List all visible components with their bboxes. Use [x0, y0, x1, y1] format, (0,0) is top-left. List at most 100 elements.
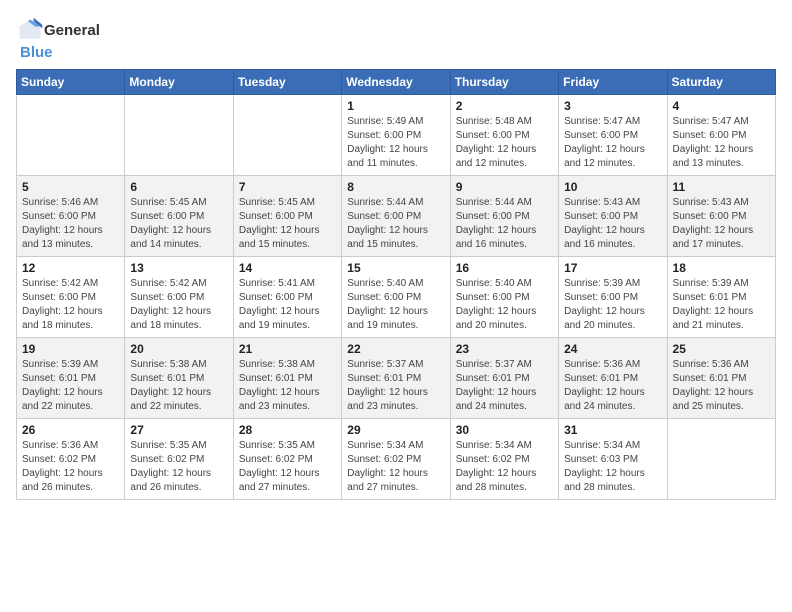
- calendar-cell: 14 Sunrise: 5:41 AM Sunset: 6:00 PM Dayli…: [233, 257, 341, 338]
- day-info: Sunrise: 5:45 AM Sunset: 6:00 PM Dayligh…: [239, 196, 336, 252]
- calendar-cell: 27 Sunrise: 5:35 AM Sunset: 6:02 PM Dayli…: [125, 419, 233, 500]
- day-info: Sunrise: 5:36 AM Sunset: 6:02 PM Dayligh…: [22, 439, 119, 495]
- day-number: 24: [564, 342, 661, 356]
- calendar-cell: 12 Sunrise: 5:42 AM Sunset: 6:00 PM Dayli…: [17, 257, 125, 338]
- day-number: 12: [22, 261, 119, 275]
- calendar-cell: 11 Sunrise: 5:43 AM Sunset: 6:00 PM Dayli…: [667, 176, 775, 257]
- calendar-cell: 19 Sunrise: 5:39 AM Sunset: 6:01 PM Dayli…: [17, 338, 125, 419]
- calendar-cell: 29 Sunrise: 5:34 AM Sunset: 6:02 PM Dayli…: [342, 419, 450, 500]
- calendar-cell: 8 Sunrise: 5:44 AM Sunset: 6:00 PM Daylig…: [342, 176, 450, 257]
- logo-blue-text: Blue: [20, 44, 53, 61]
- day-number: 15: [347, 261, 444, 275]
- day-number: 10: [564, 180, 661, 194]
- day-number: 7: [239, 180, 336, 194]
- day-info: Sunrise: 5:39 AM Sunset: 6:01 PM Dayligh…: [673, 277, 770, 333]
- day-number: 25: [673, 342, 770, 356]
- day-info: Sunrise: 5:34 AM Sunset: 6:03 PM Dayligh…: [564, 439, 661, 495]
- calendar-cell: 9 Sunrise: 5:44 AM Sunset: 6:00 PM Daylig…: [450, 176, 558, 257]
- day-number: 11: [673, 180, 770, 194]
- calendar-cell: 24 Sunrise: 5:36 AM Sunset: 6:01 PM Dayli…: [559, 338, 667, 419]
- day-number: 29: [347, 423, 444, 437]
- calendar-cell: [125, 95, 233, 176]
- calendar-cell: 18 Sunrise: 5:39 AM Sunset: 6:01 PM Dayli…: [667, 257, 775, 338]
- day-number: 28: [239, 423, 336, 437]
- day-number: 18: [673, 261, 770, 275]
- logo-icon: [16, 16, 44, 44]
- calendar-cell: 3 Sunrise: 5:47 AM Sunset: 6:00 PM Daylig…: [559, 95, 667, 176]
- calendar-week-row: 26 Sunrise: 5:36 AM Sunset: 6:02 PM Dayli…: [17, 419, 776, 500]
- weekday-header-saturday: Saturday: [667, 70, 775, 95]
- weekday-header-sunday: Sunday: [17, 70, 125, 95]
- day-info: Sunrise: 5:34 AM Sunset: 6:02 PM Dayligh…: [347, 439, 444, 495]
- logo: General Blue: [16, 16, 100, 61]
- day-number: 14: [239, 261, 336, 275]
- day-info: Sunrise: 5:35 AM Sunset: 6:02 PM Dayligh…: [130, 439, 227, 495]
- day-number: 31: [564, 423, 661, 437]
- day-number: 8: [347, 180, 444, 194]
- calendar-cell: [233, 95, 341, 176]
- day-info: Sunrise: 5:39 AM Sunset: 6:01 PM Dayligh…: [22, 358, 119, 414]
- calendar-cell: 1 Sunrise: 5:49 AM Sunset: 6:00 PM Daylig…: [342, 95, 450, 176]
- day-number: 4: [673, 99, 770, 113]
- day-info: Sunrise: 5:37 AM Sunset: 6:01 PM Dayligh…: [347, 358, 444, 414]
- day-number: 1: [347, 99, 444, 113]
- day-number: 3: [564, 99, 661, 113]
- day-info: Sunrise: 5:40 AM Sunset: 6:00 PM Dayligh…: [347, 277, 444, 333]
- calendar-cell: 16Sunrise: 5:40 AM Sunset: 6:00 PM Dayli…: [450, 257, 558, 338]
- calendar-cell: 7 Sunrise: 5:45 AM Sunset: 6:00 PM Daylig…: [233, 176, 341, 257]
- calendar-cell: 6 Sunrise: 5:45 AM Sunset: 6:00 PM Daylig…: [125, 176, 233, 257]
- calendar-week-row: 19 Sunrise: 5:39 AM Sunset: 6:01 PM Dayli…: [17, 338, 776, 419]
- calendar-cell: 30 Sunrise: 5:34 AM Sunset: 6:02 PM Dayli…: [450, 419, 558, 500]
- day-info: Sunrise: 5:42 AM Sunset: 6:00 PM Dayligh…: [22, 277, 119, 333]
- calendar-cell: 23Sunrise: 5:37 AM Sunset: 6:01 PM Dayli…: [450, 338, 558, 419]
- day-number: 5: [22, 180, 119, 194]
- day-info: Sunrise: 5:36 AM Sunset: 6:01 PM Dayligh…: [673, 358, 770, 414]
- day-number: 21: [239, 342, 336, 356]
- day-number: 13: [130, 261, 227, 275]
- day-info: Sunrise: 5:48 AM Sunset: 6:00 PM Dayligh…: [456, 115, 553, 171]
- calendar-cell: [17, 95, 125, 176]
- day-info: Sunrise: 5:42 AM Sunset: 6:00 PM Dayligh…: [130, 277, 227, 333]
- calendar-cell: 13 Sunrise: 5:42 AM Sunset: 6:00 PM Dayli…: [125, 257, 233, 338]
- calendar-week-row: 5 Sunrise: 5:46 AM Sunset: 6:00 PM Daylig…: [17, 176, 776, 257]
- day-info: Sunrise: 5:47 AM Sunset: 6:00 PM Dayligh…: [564, 115, 661, 171]
- logo-general-text: General: [44, 22, 100, 39]
- day-info: Sunrise: 5:39 AM Sunset: 6:00 PM Dayligh…: [564, 277, 661, 333]
- day-info: Sunrise: 5:46 AM Sunset: 6:00 PM Dayligh…: [22, 196, 119, 252]
- day-number: 17: [564, 261, 661, 275]
- day-info: Sunrise: 5:38 AM Sunset: 6:01 PM Dayligh…: [239, 358, 336, 414]
- day-info: Sunrise: 5:43 AM Sunset: 6:00 PM Dayligh…: [564, 196, 661, 252]
- day-number: 19: [22, 342, 119, 356]
- calendar-cell: 17 Sunrise: 5:39 AM Sunset: 6:00 PM Dayli…: [559, 257, 667, 338]
- calendar-cell: 15 Sunrise: 5:40 AM Sunset: 6:00 PM Dayli…: [342, 257, 450, 338]
- calendar-week-row: 1 Sunrise: 5:49 AM Sunset: 6:00 PM Daylig…: [17, 95, 776, 176]
- day-info: Sunrise: 5:36 AM Sunset: 6:01 PM Dayligh…: [564, 358, 661, 414]
- day-info: Sunrise: 5:34 AM Sunset: 6:02 PM Dayligh…: [456, 439, 553, 495]
- day-info: Sunrise: 5:44 AM Sunset: 6:00 PM Dayligh…: [456, 196, 553, 252]
- calendar-cell: 26 Sunrise: 5:36 AM Sunset: 6:02 PM Dayli…: [17, 419, 125, 500]
- day-info: Sunrise: 5:35 AM Sunset: 6:02 PM Dayligh…: [239, 439, 336, 495]
- day-number: 9: [456, 180, 553, 194]
- day-info: Sunrise: 5:41 AM Sunset: 6:00 PM Dayligh…: [239, 277, 336, 333]
- day-number: 22: [347, 342, 444, 356]
- calendar-week-row: 12 Sunrise: 5:42 AM Sunset: 6:00 PM Dayli…: [17, 257, 776, 338]
- calendar-cell: 10 Sunrise: 5:43 AM Sunset: 6:00 PM Dayli…: [559, 176, 667, 257]
- day-number: 30: [456, 423, 553, 437]
- day-info: Sunrise: 5:38 AM Sunset: 6:01 PM Dayligh…: [130, 358, 227, 414]
- day-info: Sunrise: 5:37 AM Sunset: 6:01 PM Dayligh…: [456, 358, 553, 414]
- day-number: 26: [22, 423, 119, 437]
- weekday-header-monday: Monday: [125, 70, 233, 95]
- calendar-cell: 22 Sunrise: 5:37 AM Sunset: 6:01 PM Dayli…: [342, 338, 450, 419]
- calendar-cell: 21 Sunrise: 5:38 AM Sunset: 6:01 PM Dayli…: [233, 338, 341, 419]
- day-info: Sunrise: 5:44 AM Sunset: 6:00 PM Dayligh…: [347, 196, 444, 252]
- calendar-cell: 5 Sunrise: 5:46 AM Sunset: 6:00 PM Daylig…: [17, 176, 125, 257]
- day-number: 16: [456, 261, 553, 275]
- calendar-cell: 28 Sunrise: 5:35 AM Sunset: 6:02 PM Dayli…: [233, 419, 341, 500]
- day-number: 6: [130, 180, 227, 194]
- day-info: Sunrise: 5:45 AM Sunset: 6:00 PM Dayligh…: [130, 196, 227, 252]
- day-number: 27: [130, 423, 227, 437]
- calendar-cell: 25 Sunrise: 5:36 AM Sunset: 6:01 PM Dayli…: [667, 338, 775, 419]
- calendar-cell: 4Sunrise: 5:47 AM Sunset: 6:00 PM Daylig…: [667, 95, 775, 176]
- day-info: Sunrise: 5:49 AM Sunset: 6:00 PM Dayligh…: [347, 115, 444, 171]
- day-info: Sunrise: 5:43 AM Sunset: 6:00 PM Dayligh…: [673, 196, 770, 252]
